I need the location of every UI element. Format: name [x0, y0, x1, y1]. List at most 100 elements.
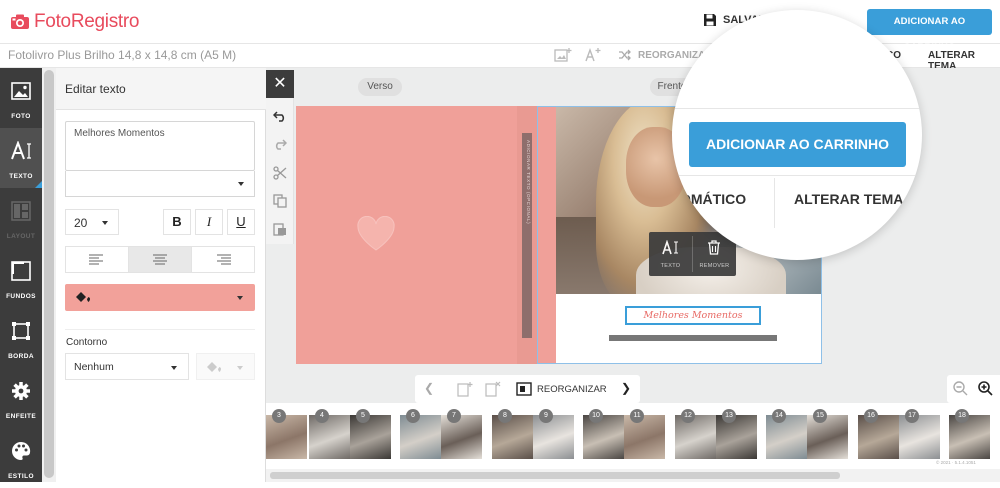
sidebar-item-estilo[interactable]: ESTILO	[0, 428, 42, 488]
reorganize-icon	[516, 382, 532, 396]
chevron-down-icon	[171, 366, 177, 370]
outline-value: Nenhum	[74, 361, 114, 373]
copy-icon[interactable]	[273, 194, 287, 208]
product-title: Fotolivro Plus Brilho 14,8 x 14,8 cm (A5…	[8, 48, 237, 62]
zoom-in-icon[interactable]	[978, 381, 993, 396]
sidebar-item-fundos[interactable]: FUNDOS	[0, 248, 42, 308]
thumbnail-page[interactable]	[624, 415, 665, 459]
panel-header: Editar texto	[56, 68, 266, 110]
italic-button[interactable]: I	[195, 209, 223, 235]
chevron-right-icon[interactable]: ❯	[621, 381, 631, 395]
panel-scrollbar[interactable]	[42, 68, 56, 482]
outline-label: Contorno	[66, 337, 108, 348]
thumbnail-page[interactable]	[492, 415, 533, 459]
camera-logo-icon	[11, 14, 29, 29]
magnified-add-to-cart-button[interactable]: ADICIONAR AO CARRINHO	[689, 122, 906, 167]
page-number-badge: 17	[905, 409, 919, 423]
trash-icon	[708, 240, 720, 255]
text-content-input[interactable]: Melhores Momentos	[65, 121, 255, 171]
remove-page-icon[interactable]	[485, 381, 501, 397]
magnified-divider	[672, 175, 922, 176]
font-family-select[interactable]	[65, 171, 255, 197]
thumbnail-page[interactable]	[807, 415, 848, 459]
thumbnail-page[interactable]	[675, 415, 716, 459]
scissors-icon[interactable]	[273, 166, 287, 180]
add-to-cart-button[interactable]: ADICIONAR AO CARRINHO	[867, 9, 992, 53]
sidebar-item-texto[interactable]: TEXTO	[0, 128, 42, 188]
page-number-badge: 6	[406, 409, 420, 423]
align-left-button[interactable]	[66, 247, 129, 272]
magnified-auto-label[interactable]: OMÁTICO	[680, 191, 746, 207]
magnified-change-theme-button[interactable]: ALTERAR TEMA	[794, 191, 903, 207]
outline-select[interactable]: Nenhum	[65, 353, 189, 380]
cover-caption-text[interactable]: Melhores Momentos	[625, 306, 761, 325]
sidebar-item-label: BORDA	[8, 353, 34, 360]
left-sidebar: FOTO TEXTO LAYOUT FUNDOS BORDA ENFEITE E…	[0, 68, 42, 482]
zoom-out-icon[interactable]	[953, 381, 968, 396]
back-cover-label: Verso	[358, 78, 402, 96]
thumbnail-page[interactable]	[266, 415, 307, 459]
magnified-divider	[672, 108, 922, 109]
thumbnail-page[interactable]	[899, 415, 940, 459]
add-image-icon[interactable]	[554, 47, 572, 63]
floppy-icon	[704, 14, 716, 26]
thumbnail-page[interactable]	[441, 415, 482, 459]
redo-icon[interactable]	[273, 138, 287, 150]
scrollbar-thumb[interactable]	[44, 70, 54, 478]
sidebar-item-label: TEXTO	[9, 173, 33, 180]
close-panel-button[interactable]: ✕	[266, 70, 294, 98]
palette-icon	[12, 441, 31, 460]
scrollbar-thumb[interactable]	[270, 472, 840, 479]
page-number-badge: 15	[813, 409, 827, 423]
undo-icon[interactable]	[273, 110, 287, 122]
page-number-badge: 10	[589, 409, 603, 423]
add-page-icon[interactable]	[457, 381, 473, 397]
cover-subtitle-field[interactable]	[609, 335, 777, 341]
image-icon	[11, 82, 31, 100]
align-right-button[interactable]	[192, 247, 254, 272]
popup-remove-label: REMOVER	[699, 263, 730, 269]
chevron-down-icon	[237, 296, 243, 300]
bold-button[interactable]: B	[163, 209, 191, 235]
reorganize-button[interactable]: REORGANIZAR	[537, 384, 607, 395]
sidebar-item-borda[interactable]: BORDA	[0, 308, 42, 368]
underline-button[interactable]: U	[227, 209, 255, 235]
popup-divider	[692, 236, 693, 272]
paste-icon[interactable]	[273, 222, 287, 236]
thumbnail-page[interactable]	[858, 415, 899, 459]
chevron-left-icon[interactable]: ❮	[424, 381, 434, 395]
sidebar-item-label: LAYOUT	[6, 233, 36, 240]
page-number-badge: 18	[955, 409, 969, 423]
font-size-select[interactable]: 20	[65, 209, 119, 235]
front-cover-margin	[538, 107, 556, 363]
thumbnail-page[interactable]	[949, 415, 990, 459]
panel-divider	[65, 329, 255, 330]
page-number-badge: 3	[272, 409, 286, 423]
active-corner-marker	[35, 181, 42, 188]
sidebar-item-foto[interactable]: FOTO	[0, 68, 42, 128]
thumbnail-page[interactable]	[309, 415, 350, 459]
text-icon	[662, 240, 678, 255]
thumbnail-scrollbar[interactable]	[266, 469, 1000, 482]
thumbnail-page[interactable]	[583, 415, 624, 459]
page-number-badge: 13	[722, 409, 736, 423]
back-cover-page[interactable]	[296, 106, 537, 364]
thumbnail-page[interactable]	[350, 415, 391, 459]
popup-text-button[interactable]: TEXTO	[649, 232, 692, 276]
font-size-value: 20	[74, 216, 88, 230]
sidebar-item-label: ENFEITE	[5, 413, 37, 420]
logo[interactable]: FotoRegistro	[10, 11, 139, 33]
text-color-select[interactable]	[65, 284, 255, 311]
align-center-button[interactable]	[129, 247, 192, 272]
sidebar-item-enfeite[interactable]: ENFEITE	[0, 368, 42, 428]
page-number-badge: 14	[772, 409, 786, 423]
magnifier-highlight: ADICIONAR AO CARRINHO OMÁTICO ALTERAR TE…	[672, 10, 922, 260]
chevron-down-icon	[238, 182, 244, 186]
add-text-icon[interactable]	[584, 47, 602, 63]
thumbnail-page[interactable]	[533, 415, 574, 459]
thumbnail-page[interactable]	[716, 415, 757, 459]
copyright: © 2021 · 5.1.4.1051	[936, 460, 976, 465]
thumbnail-page[interactable]	[400, 415, 441, 459]
thumbnail-page[interactable]	[766, 415, 807, 459]
close-icon: ✕	[273, 75, 287, 92]
